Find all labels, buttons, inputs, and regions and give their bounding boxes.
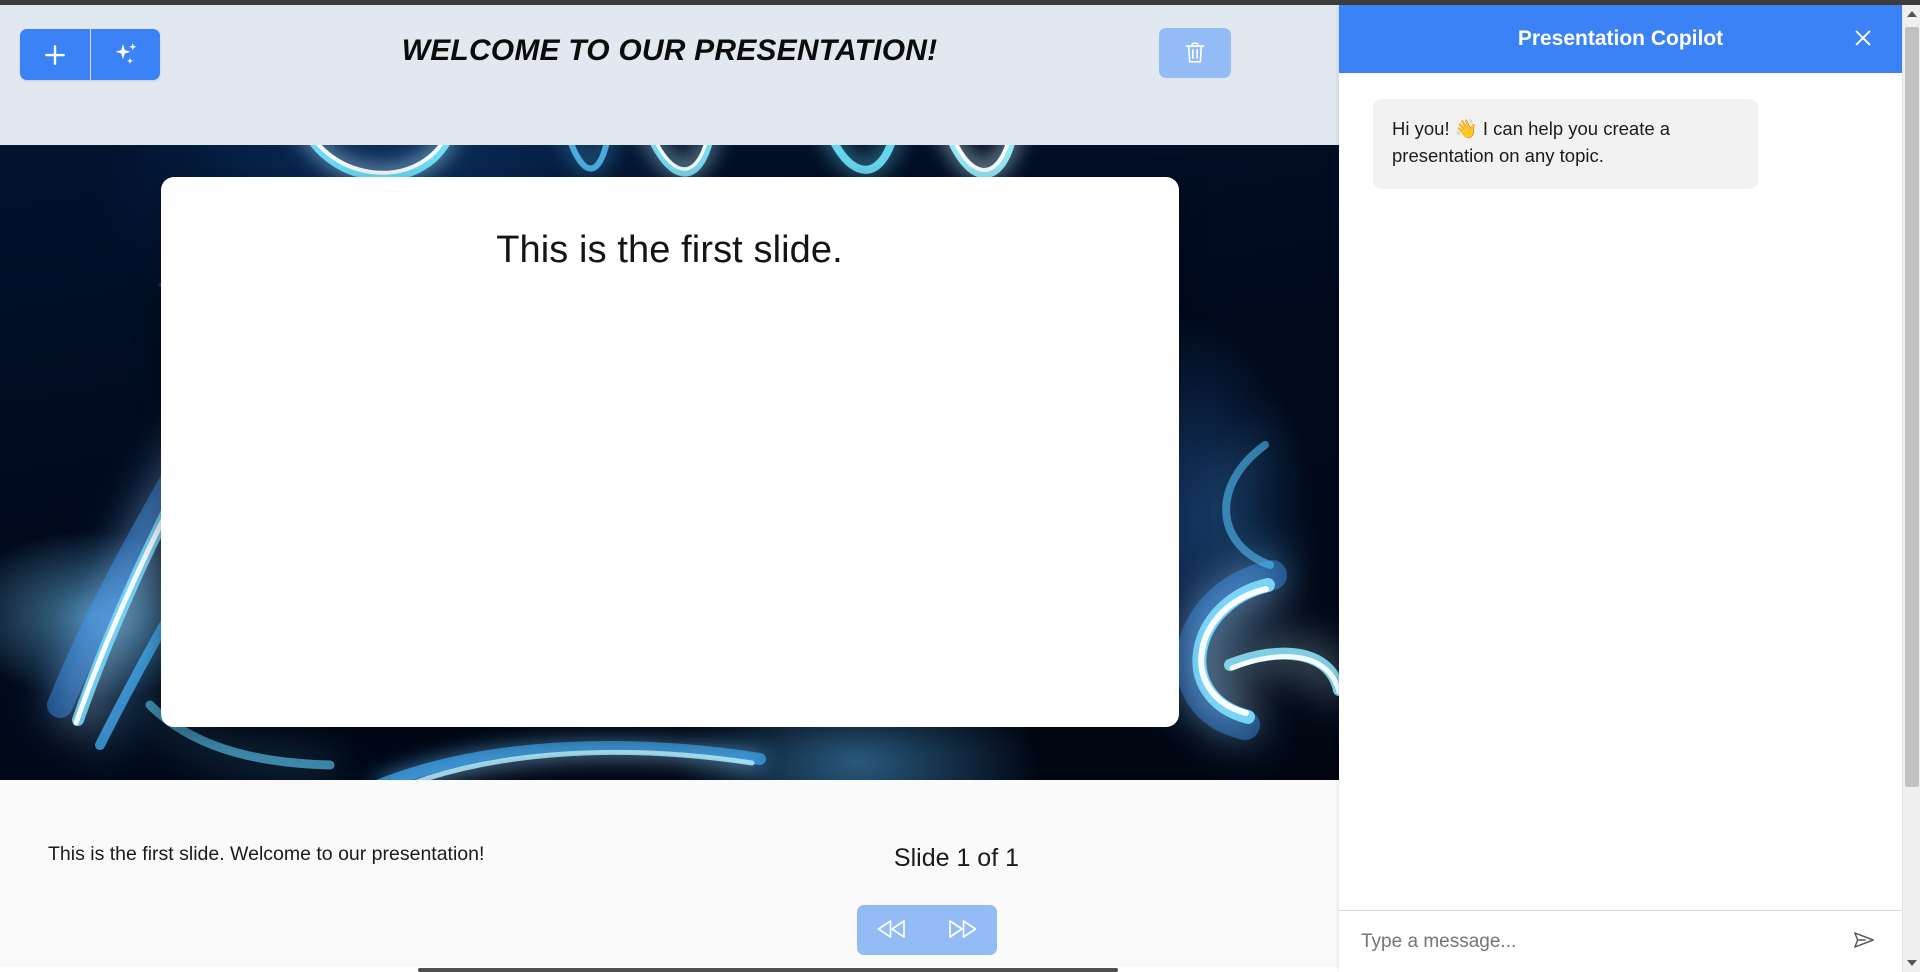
copilot-message-list: Hi you! 👋 I can help you create a presen… <box>1339 73 1902 910</box>
speaker-notes: This is the first slide. Welcome to our … <box>48 843 485 865</box>
presentation-copilot-panel: Presentation Copilot Hi you! 👋 I can hel… <box>1339 5 1902 972</box>
fast-forward-icon <box>945 918 979 943</box>
sparkles-icon <box>111 40 141 70</box>
close-icon <box>1852 27 1874 52</box>
vertical-scrollbar[interactable] <box>1902 5 1920 972</box>
trash-icon <box>1182 39 1208 68</box>
page-title: Welcome to our Presentation! <box>401 34 938 67</box>
slide-counter: Slide 1 of 1 <box>893 844 1019 872</box>
presentation-editor: Welcome to our Presentation! <box>0 5 1339 972</box>
editor-footer: This is the first slide. Welcome to our … <box>0 780 1339 972</box>
assistant-message: Hi you! 👋 I can help you create a presen… <box>1373 99 1758 189</box>
editor-toolbar: Welcome to our Presentation! <box>0 5 1339 145</box>
horizontal-scrollbar-thumb[interactable] <box>418 968 1118 972</box>
copilot-message-input[interactable] <box>1361 930 1842 953</box>
send-message-button[interactable] <box>1842 920 1886 964</box>
previous-slide-button[interactable] <box>857 905 927 955</box>
chevron-down-icon <box>1907 960 1917 966</box>
next-slide-button[interactable] <box>927 905 997 955</box>
scroll-up-arrow[interactable] <box>1903 5 1920 23</box>
toolbar-button-group <box>20 29 160 80</box>
plus-icon <box>40 40 70 70</box>
slide-navigation <box>857 905 997 955</box>
scroll-down-arrow[interactable] <box>1903 954 1920 972</box>
chevron-up-icon <box>1907 11 1917 17</box>
slide-heading: This is the first slide. <box>496 229 843 271</box>
rewind-icon <box>875 918 909 943</box>
send-icon <box>1851 927 1877 956</box>
copilot-close-button[interactable] <box>1844 20 1882 58</box>
delete-slide-button[interactable] <box>1159 28 1231 78</box>
vertical-scrollbar-thumb[interactable] <box>1905 27 1919 787</box>
horizontal-scrollbar[interactable] <box>0 967 1339 972</box>
slide-canvas: This is the first slide. <box>0 145 1339 780</box>
copilot-title: Presentation Copilot <box>1517 27 1724 50</box>
slide-surface[interactable]: This is the first slide. <box>160 177 1179 727</box>
add-slide-button[interactable] <box>20 29 90 80</box>
app-root: Welcome to our Presentation! <box>0 0 1920 972</box>
copilot-composer <box>1339 910 1902 972</box>
copilot-header: Presentation Copilot <box>1339 5 1902 73</box>
ai-generate-button[interactable] <box>90 29 160 80</box>
